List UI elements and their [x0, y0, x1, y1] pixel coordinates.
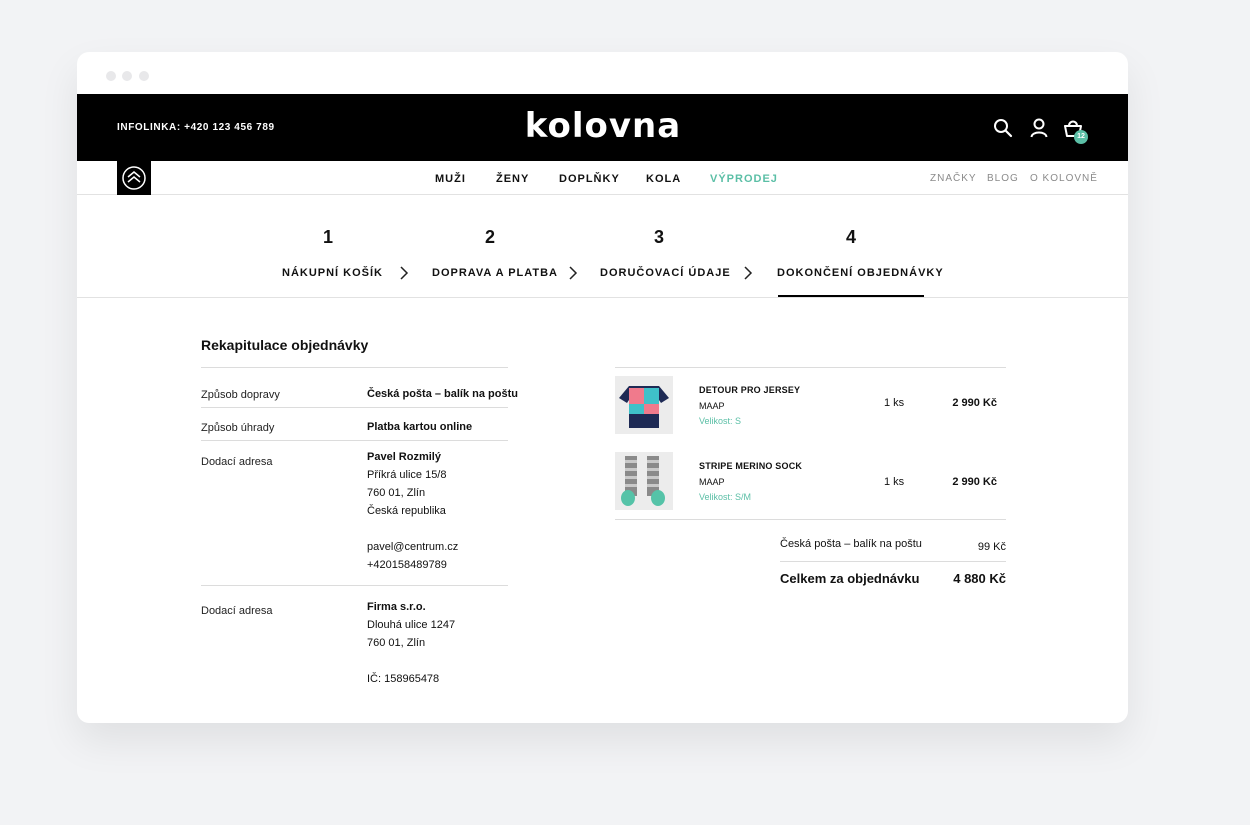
order-total-price: 4 880 Kč	[953, 571, 1006, 586]
delivery-street: Příkrá ulice 15/8	[367, 469, 447, 481]
billing-street: Dlouhá ulice 1247	[367, 619, 456, 631]
divider	[201, 585, 508, 586]
product-size: Velikost: S/M	[699, 492, 752, 502]
shipping-summary-label: Česká pošta – balík na poštu	[780, 538, 922, 550]
product-qty: 1 ks	[884, 476, 905, 488]
divider	[201, 407, 508, 408]
divider	[201, 440, 508, 441]
product-price: 2 990 Kč	[952, 476, 997, 488]
billing-city: 760 01, Zlín	[367, 637, 426, 649]
product-name[interactable]: DETOUR PRO JERSEY	[699, 385, 800, 395]
order-total-label: Celkem za objednávku	[780, 571, 920, 586]
payment-method-value: Platba kartou online	[367, 421, 473, 433]
product-brand: MAAP	[699, 477, 725, 487]
product-image-sock[interactable]	[615, 452, 673, 510]
divider	[201, 367, 508, 368]
delivery-email: pavel@centrum.cz	[367, 541, 459, 553]
delivery-city: 760 01, Zlín	[367, 487, 426, 499]
delivery-country: Česká republika	[367, 505, 446, 517]
product-image-jersey[interactable]	[615, 376, 673, 434]
product-brand: MAAP	[699, 401, 725, 411]
product-qty: 1 ks	[884, 397, 905, 409]
delivery-name: Pavel Rozmilý	[367, 451, 441, 463]
divider	[780, 561, 1006, 562]
billing-company: Firma s.r.o.	[367, 601, 426, 613]
summary-title: Rekapitulace objednávky	[201, 337, 369, 353]
billing-address-label: Dodací adresa	[201, 605, 273, 617]
product-name[interactable]: STRIPE MERINO SOCK	[699, 461, 802, 471]
divider	[615, 367, 1006, 368]
product-size: Velikost: S	[699, 416, 742, 426]
payment-method-label: Způsob úhrady	[201, 422, 275, 434]
divider	[615, 519, 1006, 520]
shipping-method-label: Způsob dopravy	[201, 389, 280, 401]
billing-ic: IČ: 158965478	[367, 673, 440, 685]
content-layer: Rekapitulace objednávky Způsob dopravy Č…	[77, 52, 1128, 723]
shipping-summary-price: 99 Kč	[977, 541, 1006, 553]
delivery-address: Pavel Rozmilý Příkrá ulice 15/8 760 01, …	[367, 448, 458, 574]
delivery-phone: +420158489789	[367, 559, 447, 571]
product-price: 2 990 Kč	[952, 397, 997, 409]
billing-address: Firma s.r.o. Dlouhá ulice 1247 760 01, Z…	[367, 598, 455, 688]
shipping-method-value: Česká pošta – balík na poštu	[367, 388, 518, 400]
delivery-address-label: Dodací adresa	[201, 456, 273, 468]
